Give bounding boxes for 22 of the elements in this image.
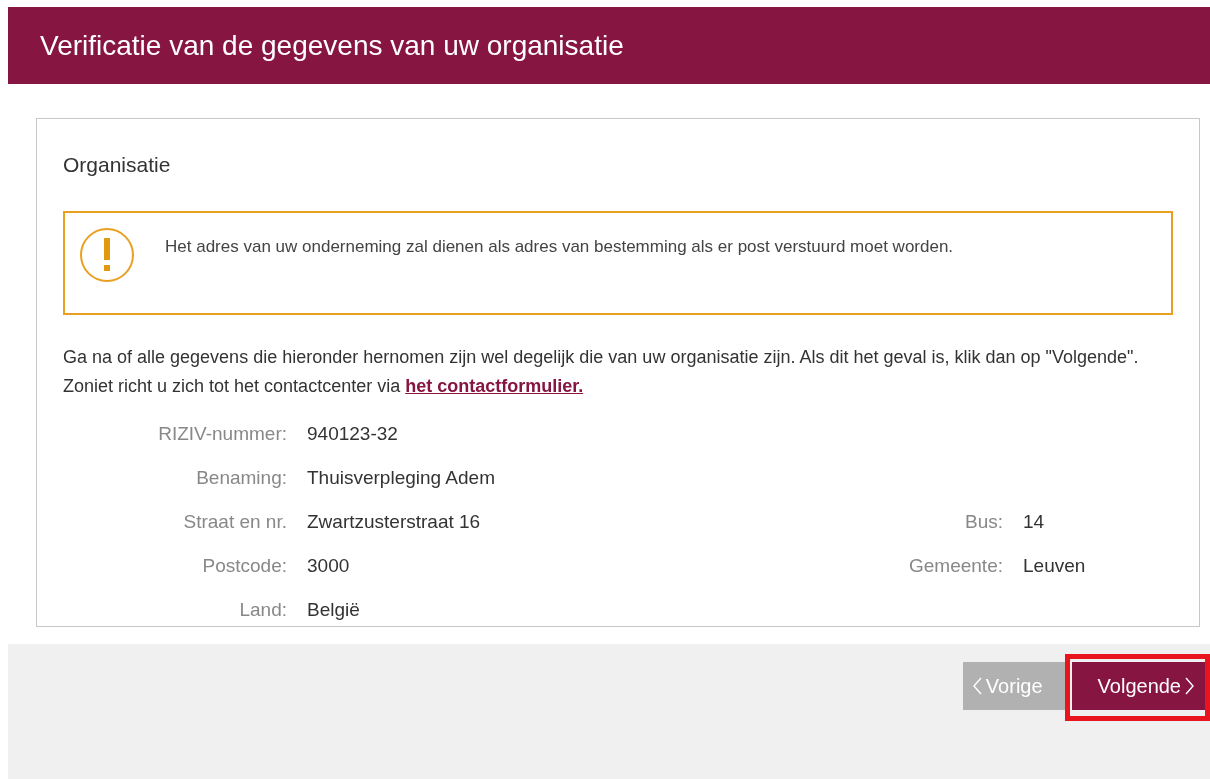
contact-form-link[interactable]: het contactformulier. bbox=[405, 376, 584, 396]
field-value: Leuven bbox=[1023, 554, 1086, 578]
field-label: RIZIV-nummer: bbox=[158, 422, 287, 446]
intro-paragraph: Ga na of alle gegevens die hieronder hernomen zijn wel degelijk die van uw organisatie zijn. Als dit het geval is, klik dan op "Volgende". Zoniet richt u zich tot het contactcenter via het contactformulier. bbox=[63, 346, 1140, 398]
field-value: Thuisverpleging Adem bbox=[307, 466, 495, 490]
field-label: Land: bbox=[239, 598, 287, 622]
chevron-right-icon bbox=[1185, 677, 1194, 695]
alert-text: Het adres van uw onderneming zal dienen als adres van bestemming als er post verstuurd moet worden. bbox=[165, 236, 955, 258]
field-value: 940123-32 bbox=[307, 422, 398, 446]
exclamation-icon bbox=[79, 227, 135, 283]
section-title: Organisatie bbox=[63, 153, 172, 177]
field-label: Straat en nr. bbox=[183, 510, 287, 534]
field-label: Gemeente: bbox=[909, 554, 1003, 578]
field-value: België bbox=[307, 598, 360, 622]
chevron-left-icon bbox=[972, 677, 982, 695]
field-label: Bus: bbox=[964, 510, 1003, 534]
field-label: Postcode: bbox=[202, 554, 287, 578]
field-value: 14 bbox=[1023, 510, 1045, 534]
field-value: Zwartzusterstraat 16 bbox=[307, 510, 481, 534]
field-value: 3000 bbox=[307, 554, 350, 578]
page-title: Verificatie van de gegevens van uw organisatie bbox=[40, 29, 624, 62]
field-label: Benaming: bbox=[196, 466, 287, 490]
